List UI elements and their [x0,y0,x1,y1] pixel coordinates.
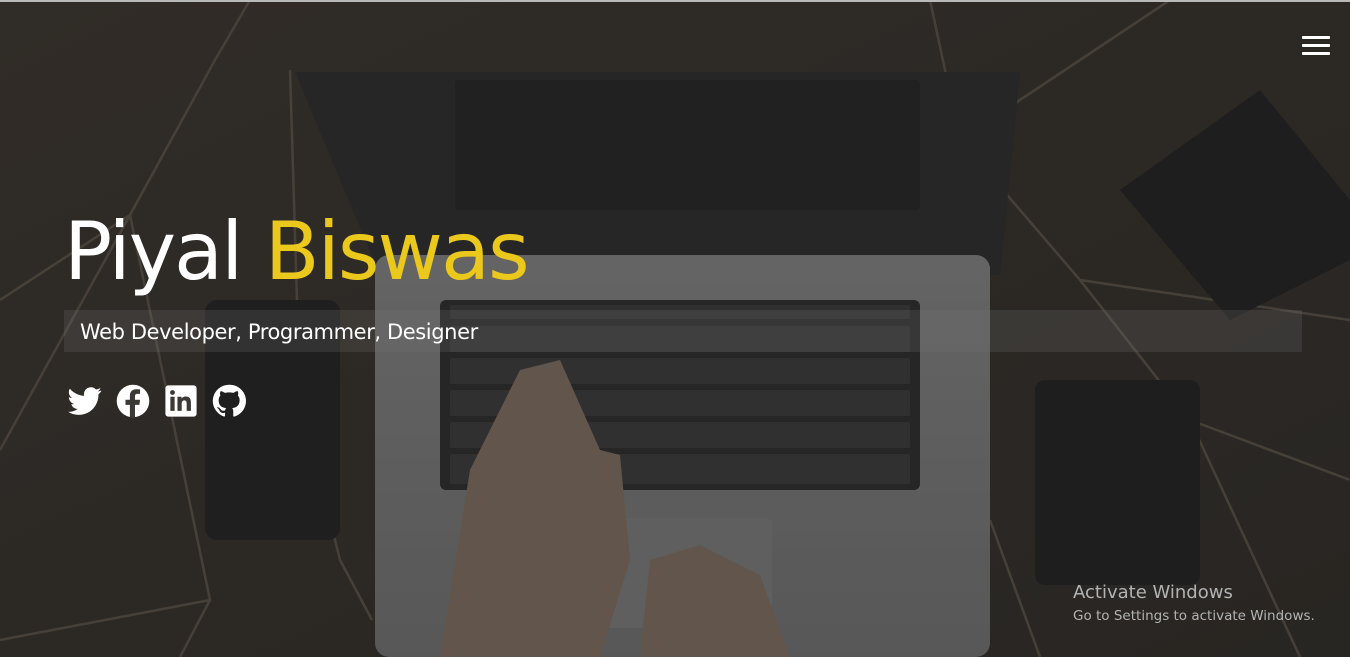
watermark-title: Activate Windows [1073,582,1233,603]
hero-name: Piyal Biswas [64,196,530,308]
hero-section: Piyal Biswas Web Developer, Programmer, … [0,0,1350,657]
last-name: Biswas [264,205,530,298]
menu-bar [1302,52,1330,55]
social-links [68,384,246,418]
menu-bar [1302,36,1330,39]
twitter-icon[interactable] [68,384,102,418]
top-border [0,0,1350,2]
facebook-icon[interactable] [116,384,150,418]
menu-bar [1302,44,1330,47]
linkedin-icon[interactable] [164,384,198,418]
first-name: Piyal [64,205,243,298]
tagline: Web Developer, Programmer, Designer [80,320,478,344]
github-icon[interactable] [212,384,246,418]
windows-activation-watermark: Activate Windows Go to Settings to activ… [1073,581,1315,626]
watermark-subtitle: Go to Settings to activate Windows. [1073,608,1315,624]
hamburger-menu-icon[interactable] [1300,35,1332,57]
